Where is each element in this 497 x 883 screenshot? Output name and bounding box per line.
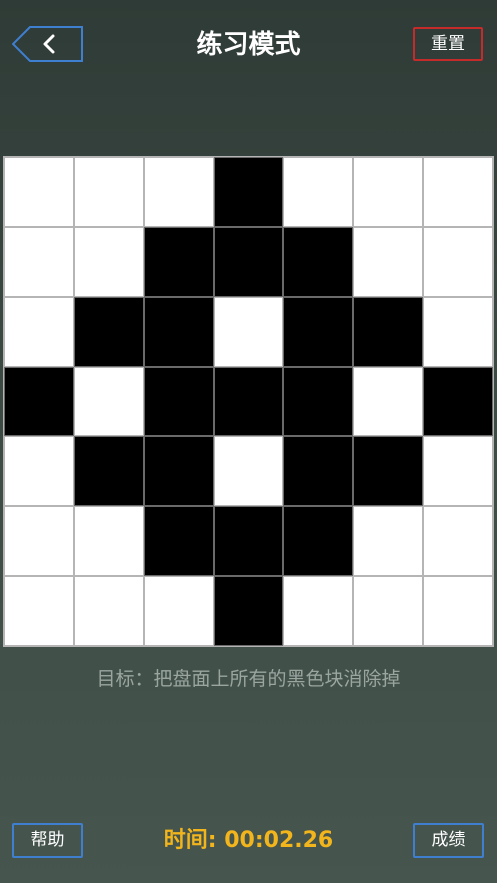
board-cell[interactable] xyxy=(73,226,144,297)
board-cell[interactable] xyxy=(213,157,284,227)
board-cell[interactable] xyxy=(423,296,493,367)
board-cell[interactable] xyxy=(4,506,74,577)
board-cell[interactable] xyxy=(143,506,214,577)
board-cell[interactable] xyxy=(143,226,214,297)
board-cell[interactable] xyxy=(353,436,424,507)
board-cell[interactable] xyxy=(353,366,424,437)
back-button[interactable] xyxy=(12,26,84,62)
board-cell[interactable] xyxy=(73,366,144,437)
board-cell[interactable] xyxy=(73,576,144,646)
board-cell[interactable] xyxy=(423,366,493,437)
board-cell[interactable] xyxy=(213,576,284,646)
board-cell[interactable] xyxy=(143,576,214,646)
board-cell[interactable] xyxy=(4,157,74,227)
board-cell[interactable] xyxy=(213,506,284,577)
board-cell[interactable] xyxy=(423,157,493,227)
board-cell[interactable] xyxy=(213,296,284,367)
board-cell[interactable] xyxy=(73,157,144,227)
board-cell[interactable] xyxy=(73,296,144,367)
board-cell[interactable] xyxy=(4,366,74,437)
board-cell[interactable] xyxy=(423,506,493,577)
board-cell[interactable] xyxy=(143,296,214,367)
board-cell[interactable] xyxy=(423,436,493,507)
board-cell[interactable] xyxy=(283,226,354,297)
board-cell[interactable] xyxy=(143,436,214,507)
board-cell[interactable] xyxy=(143,366,214,437)
board-cell[interactable] xyxy=(283,157,354,227)
board-cell[interactable] xyxy=(143,157,214,227)
board-cell[interactable] xyxy=(213,226,284,297)
chevron-left-icon xyxy=(12,26,83,62)
score-button[interactable]: 成绩 xyxy=(413,823,484,858)
board-cell[interactable] xyxy=(423,576,493,646)
board-cell[interactable] xyxy=(353,296,424,367)
board-cell[interactable] xyxy=(353,226,424,297)
board-cell[interactable] xyxy=(213,366,284,437)
board-cell[interactable] xyxy=(283,366,354,437)
board-cell[interactable] xyxy=(213,436,284,507)
board-cell[interactable] xyxy=(283,506,354,577)
board-cell[interactable] xyxy=(353,576,424,646)
goal-text: 目标：把盘面上所有的黑色块消除掉 xyxy=(96,668,401,690)
board-cell[interactable] xyxy=(73,436,144,507)
board-cell[interactable] xyxy=(353,506,424,577)
board-cell[interactable] xyxy=(283,576,354,646)
board-cell[interactable] xyxy=(4,576,74,646)
board-cell[interactable] xyxy=(73,506,144,577)
board-cell[interactable] xyxy=(283,436,354,507)
game-board xyxy=(3,156,494,647)
board-cell[interactable] xyxy=(283,296,354,367)
board-cell[interactable] xyxy=(423,226,493,297)
board-cell[interactable] xyxy=(4,436,74,507)
reset-button[interactable]: 重置 xyxy=(413,27,483,61)
board-cell[interactable] xyxy=(4,226,74,297)
board-cell[interactable] xyxy=(353,157,424,227)
board-cell[interactable] xyxy=(4,296,74,367)
